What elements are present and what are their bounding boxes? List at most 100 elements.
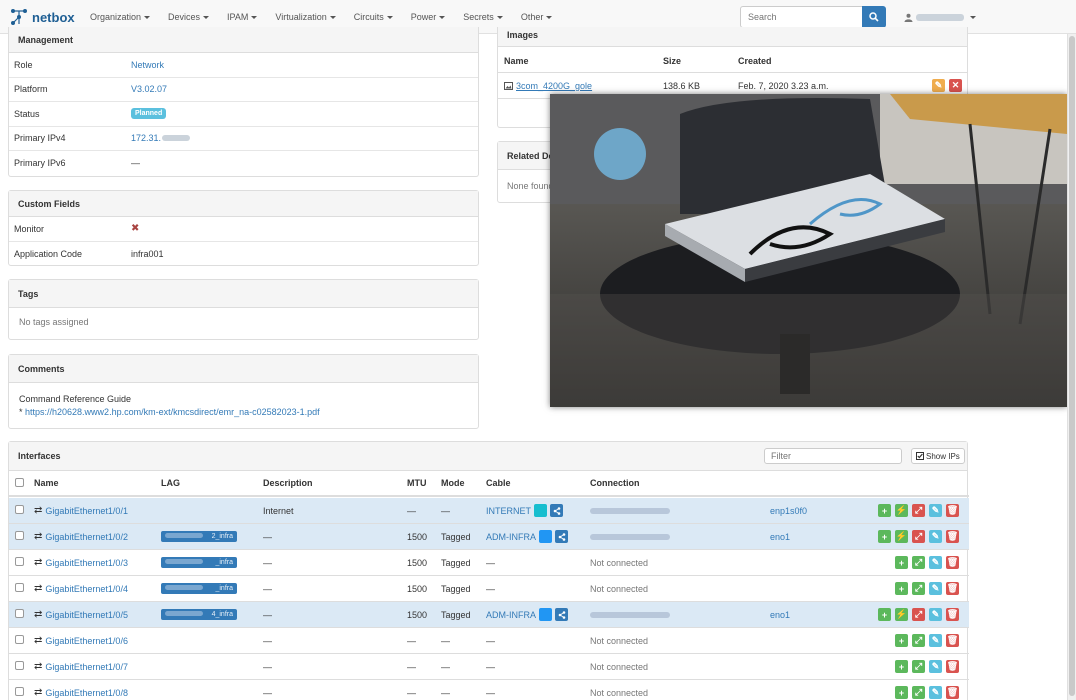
row-checkbox[interactable] [15,687,24,696]
add-ip-button[interactable]: + [895,660,908,673]
menu-ipam[interactable]: IPAM [227,12,258,22]
show-ips-button[interactable]: Show IPs [911,448,965,464]
lag-badge[interactable]: 4_infra [161,609,237,620]
search-input[interactable] [740,6,863,28]
menu-organization[interactable]: Organization [90,12,151,22]
connect-button[interactable]: ⚡ [895,504,908,517]
role-link[interactable]: Network [131,60,164,70]
connect-cable-button[interactable]: ⤢ [912,582,925,595]
platform-link[interactable]: V3.02.07 [131,84,167,94]
image-link[interactable]: 3com_4200G_gole [516,81,592,91]
edit-image-button[interactable]: ✎ [932,79,945,92]
row-checkbox[interactable] [15,531,24,540]
cable-link[interactable]: ADM-INFRA [486,532,536,542]
delete-interface-button[interactable]: 🗑 [946,504,959,517]
delete-interface-button[interactable]: 🗑 [946,556,959,569]
user-menu[interactable] [904,13,976,22]
device-image-preview[interactable] [550,94,1067,407]
row-primary-ipv6: Primary IPv6 — [9,151,478,176]
add-ip-button[interactable]: + [878,530,891,543]
edit-interface-button[interactable]: ✎ [929,608,942,621]
edit-interface-button[interactable]: ✎ [929,530,942,543]
interface-name-link[interactable]: GigabitEthernet1/0/2 [45,532,128,542]
cable-link[interactable]: INTERNET [486,506,531,516]
redacted-lag [165,585,203,590]
edit-interface-button[interactable]: ✎ [929,556,942,569]
peer-interface-link[interactable]: eno1 [770,610,790,620]
row-checkbox[interactable] [15,609,24,618]
comment-link[interactable]: https://h20628.www2.hp.com/km-ext/kmcsdi… [25,407,320,417]
interface-name-link[interactable]: GigabitEthernet1/0/3 [45,558,128,568]
interface-name-link[interactable]: GigabitEthernet1/0/8 [45,688,128,698]
caret-down-icon [496,16,503,20]
lag-badge[interactable]: _infra [161,583,237,594]
edit-interface-button[interactable]: ✎ [929,686,942,699]
add-ip-button[interactable]: + [895,686,908,699]
col-mode: Mode [441,478,465,488]
row-checkbox[interactable] [15,583,24,592]
row-checkbox[interactable] [15,505,24,514]
row-checkbox[interactable] [15,635,24,644]
edit-interface-button[interactable]: ✎ [929,582,942,595]
menu-secrets[interactable]: Secrets [463,12,503,22]
trace-cable-button[interactable] [555,608,568,621]
row-checkbox[interactable] [15,557,24,566]
interface-name-link[interactable]: GigabitEthernet1/0/5 [45,610,128,620]
add-ip-button[interactable]: + [878,504,891,517]
delete-interface-button[interactable]: 🗑 [946,582,959,595]
comments-body: Command Reference Guide * https://h20628… [9,383,478,419]
menu-power[interactable]: Power [411,12,446,22]
add-ip-button[interactable]: + [878,608,891,621]
trace-cable-button[interactable] [555,530,568,543]
search-button[interactable] [862,6,886,28]
peer-interface-link[interactable]: eno1 [770,532,790,542]
connect-button[interactable]: ⚡ [895,530,908,543]
interface-filter-input[interactable] [764,448,902,464]
interface-name-link[interactable]: GigabitEthernet1/0/6 [45,636,128,646]
brand-logo[interactable]: netbox [10,8,75,26]
add-ip-button[interactable]: + [895,582,908,595]
trace-cable-button[interactable] [550,504,563,517]
add-ip-button[interactable]: + [895,556,908,569]
row-checkbox[interactable] [15,661,24,670]
redacted-connection [590,507,670,514]
lag-badge[interactable]: _infra [161,557,237,568]
peer-interface-link[interactable]: enp1s0f0 [770,506,807,516]
menu-devices[interactable]: Devices [168,12,210,22]
select-all-checkbox[interactable] [15,478,24,487]
delete-interface-button[interactable]: 🗑 [946,660,959,673]
row-label: Role [14,59,33,70]
interface-name-link[interactable]: GigabitEthernet1/0/7 [45,662,128,672]
disconnect-button[interactable]: ⤢ [912,530,925,543]
delete-interface-button[interactable]: 🗑 [946,608,959,621]
interface-name-link[interactable]: GigabitEthernet1/0/1 [45,506,128,516]
row-actions: + ⚡ ⤢ ✎ 🗑 [878,530,959,543]
delete-interface-button[interactable]: 🗑 [946,530,959,543]
delete-interface-button[interactable]: 🗑 [946,634,959,647]
connect-cable-button[interactable]: ⤢ [912,686,925,699]
disconnect-button[interactable]: ⤢ [912,504,925,517]
disconnect-button[interactable]: ⤢ [912,608,925,621]
connect-button[interactable]: ⚡ [895,608,908,621]
edit-interface-button[interactable]: ✎ [929,634,942,647]
lag-label: 2_infra [211,533,233,540]
connect-cable-button[interactable]: ⤢ [912,556,925,569]
page-scrollbar[interactable] [1067,34,1076,700]
lag-badge[interactable]: 2_infra [161,531,237,542]
primary-ipv4-link[interactable]: 172.31. [131,133,161,143]
interface-name-link[interactable]: GigabitEthernet1/0/4 [45,584,128,594]
connect-cable-button[interactable]: ⤢ [912,660,925,673]
connect-cable-button[interactable]: ⤢ [912,634,925,647]
add-ip-button[interactable]: + [895,634,908,647]
cable-link[interactable]: ADM-INFRA [486,610,536,620]
menu-circuits[interactable]: Circuits [354,12,393,22]
menu-virtualization[interactable]: Virtualization [275,12,336,22]
menu-other[interactable]: Other [521,12,553,22]
edit-interface-button[interactable]: ✎ [929,660,942,673]
redacted-lag [165,533,203,538]
delete-image-button[interactable]: ✕ [949,79,962,92]
scrollbar-thumb[interactable] [1069,36,1075,696]
edit-interface-button[interactable]: ✎ [929,504,942,517]
row-primary-ipv4: Primary IPv4 172.31. [9,127,478,151]
delete-interface-button[interactable]: 🗑 [946,686,959,699]
